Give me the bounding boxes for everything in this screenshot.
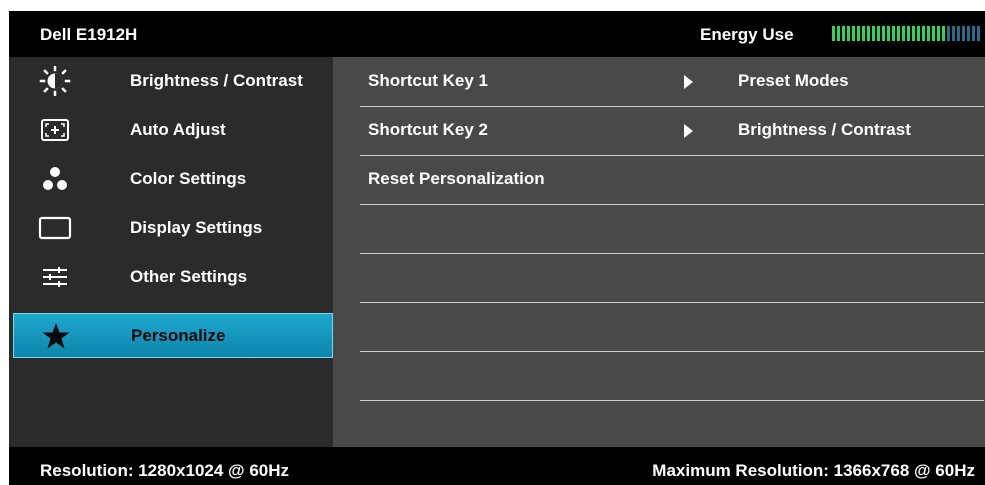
energy-bar-segment	[857, 26, 860, 41]
energy-bar-segment	[942, 26, 945, 41]
auto-adjust-icon	[35, 115, 75, 145]
energy-bar-segment	[967, 26, 970, 41]
other-settings-icon	[35, 262, 75, 292]
energy-bar-segment	[952, 26, 955, 41]
reset-personalization-row[interactable]: Reset Personalization	[360, 155, 984, 205]
osd-header: Dell E1912H Energy Use	[8, 11, 985, 57]
submenu-option-label: Shortcut Key 2	[368, 120, 488, 139]
menu-item-brightness-contrast[interactable]: Brightness / Contrast	[9, 57, 333, 106]
energy-bar-segment	[957, 26, 960, 41]
arrow-right-icon	[684, 124, 693, 138]
energy-bar-segment	[862, 26, 865, 41]
energy-bar-segment	[912, 26, 915, 41]
submenu-option-value: Brightness / Contrast	[738, 120, 911, 139]
energy-bar-segment	[852, 26, 855, 41]
maximum-resolution: Maximum Resolution: 1366x768 @ 60Hz	[652, 461, 975, 480]
energy-bar-segment	[972, 26, 975, 41]
energy-bar-segment	[872, 26, 875, 41]
star-icon	[36, 321, 76, 351]
menu-item-color-settings[interactable]: Color Settings	[9, 155, 333, 204]
energy-bar-segment	[897, 26, 900, 41]
arrow-right-icon	[684, 75, 693, 89]
monitor-osd: Dell E1912H Energy Use Brightness / Cont…	[8, 11, 985, 485]
shortcut-key-2-row[interactable]: Shortcut Key 2 Brightness / Contrast	[360, 106, 984, 156]
menu-item-label: Color Settings	[130, 169, 247, 188]
menu-item-display-settings[interactable]: Display Settings	[9, 204, 333, 253]
current-resolution: Resolution: 1280x1024 @ 60Hz	[40, 461, 290, 480]
menu-item-other-settings[interactable]: Other Settings	[9, 253, 333, 302]
empty-row	[360, 302, 984, 352]
brightness-icon	[35, 66, 75, 96]
energy-bar-segment	[962, 26, 965, 41]
energy-bar-segment	[887, 26, 890, 41]
energy-bar-segment	[877, 26, 880, 41]
menu-item-label: Display Settings	[130, 218, 263, 237]
personalize-submenu: Shortcut Key 1 Preset Modes Shortcut Key…	[333, 57, 985, 447]
menu-item-label: Brightness / Contrast	[130, 71, 303, 90]
energy-bar-segment	[842, 26, 845, 41]
empty-row	[360, 351, 984, 401]
energy-bar-segment	[832, 26, 835, 41]
osd-main-menu: Brightness / Contrast Auto Adjust Color …	[9, 57, 333, 447]
submenu-option-value: Preset Modes	[738, 71, 849, 90]
shortcut-key-1-row[interactable]: Shortcut Key 1 Preset Modes	[360, 57, 984, 107]
empty-row	[360, 204, 984, 254]
display-settings-icon	[35, 213, 75, 243]
energy-use-label: Energy Use	[700, 25, 794, 44]
energy-bar-segment	[882, 26, 885, 41]
energy-bar-segment	[907, 26, 910, 41]
energy-bar-segment	[867, 26, 870, 41]
menu-item-label: Personalize	[131, 326, 226, 345]
energy-bar-segment	[932, 26, 935, 41]
menu-item-auto-adjust[interactable]: Auto Adjust	[9, 106, 333, 155]
color-settings-icon	[35, 164, 75, 194]
menu-item-personalize[interactable]: Personalize	[13, 313, 333, 358]
energy-bar-segment	[977, 26, 980, 41]
energy-use-meter	[832, 26, 984, 41]
energy-bar-segment	[947, 26, 950, 41]
submenu-option-label: Reset Personalization	[368, 169, 545, 188]
menu-item-label: Other Settings	[130, 267, 248, 286]
menu-item-label: Auto Adjust	[130, 120, 226, 139]
energy-bar-segment	[927, 26, 930, 41]
submenu-option-label: Shortcut Key 1	[368, 71, 488, 90]
energy-bar-segment	[922, 26, 925, 41]
energy-bar-segment	[892, 26, 895, 41]
energy-bar-segment	[917, 26, 920, 41]
empty-row	[360, 253, 984, 303]
osd-footer: Resolution: 1280x1024 @ 60Hz Maximum Res…	[8, 447, 985, 485]
energy-bar-segment	[837, 26, 840, 41]
energy-bar-segment	[937, 26, 940, 41]
energy-bar-segment	[847, 26, 850, 41]
model-name: Dell E1912H	[40, 25, 138, 44]
energy-bar-segment	[902, 26, 905, 41]
